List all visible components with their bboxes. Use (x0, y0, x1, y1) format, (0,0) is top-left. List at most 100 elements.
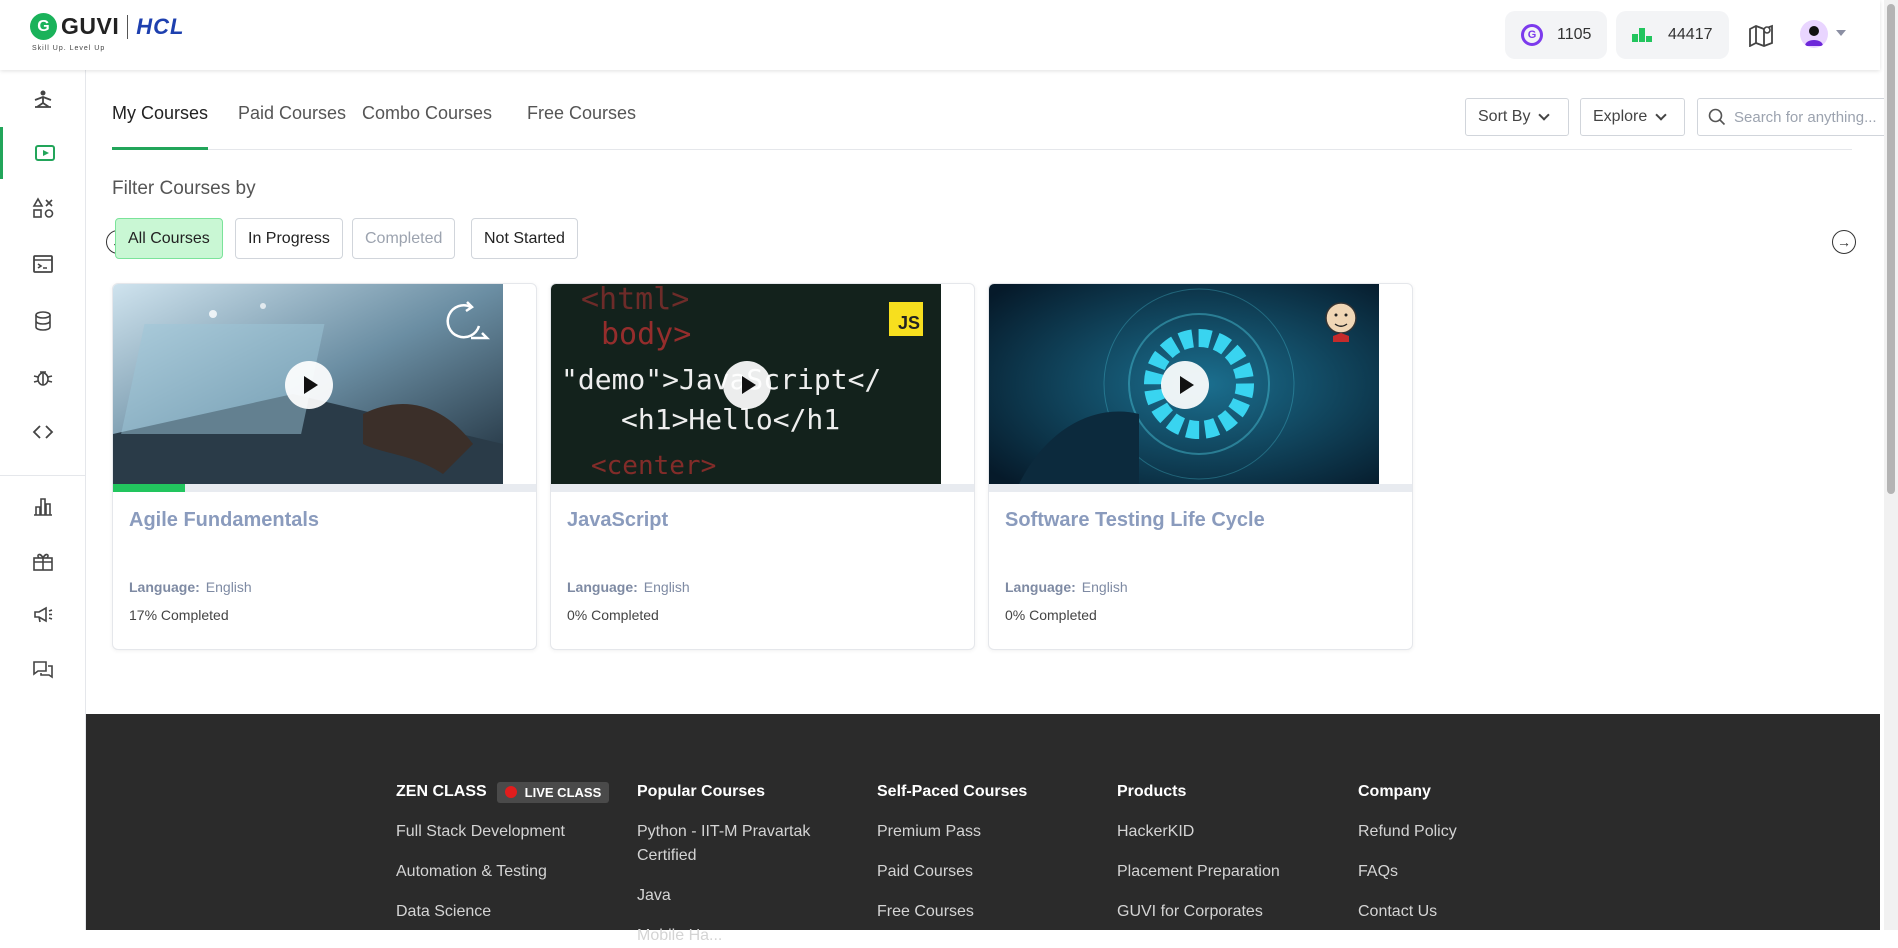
footer-link[interactable]: Contact Us (1358, 900, 1457, 924)
live-class-badge[interactable]: LIVE CLASS (496, 781, 610, 803)
main-content: My Courses Paid Courses Combo Courses Fr… (86, 70, 1898, 714)
footer-link[interactable]: HackerKID (1117, 820, 1280, 844)
course-language: Language: English (1005, 579, 1128, 595)
course-title[interactable]: Agile Fundamentals (129, 509, 319, 532)
sort-by-dropdown[interactable]: Sort By (1465, 98, 1569, 136)
bug-icon[interactable] (0, 352, 86, 404)
refresh-cycle-icon (446, 301, 491, 340)
footer-link[interactable]: Premium Pass (877, 820, 1027, 844)
course-thumbnail (113, 284, 503, 484)
footer-link[interactable]: Data Science (396, 900, 609, 924)
brand-name: GUVI (61, 13, 120, 39)
scroll-right-arrow-icon[interactable]: → (1832, 230, 1856, 254)
leaderboard-rank[interactable]: 44417 (1616, 11, 1729, 59)
footer-column-company: Company Refund Policy FAQs Contact Us (1358, 780, 1457, 924)
megaphone-icon[interactable] (0, 588, 86, 640)
footer-column-self-paced: Self-Paced Courses Premium Pass Paid Cou… (877, 780, 1027, 924)
explore-label: Explore (1593, 108, 1648, 125)
tab-free-courses[interactable]: Free Courses (527, 103, 636, 150)
guvi-hcl-logo[interactable]: G GUVI HCL (30, 13, 184, 40)
user-avatar-icon[interactable] (1800, 20, 1828, 48)
shapes-icon[interactable] (0, 182, 86, 234)
live-dot-icon (504, 786, 517, 798)
chevron-down-icon (1655, 108, 1667, 121)
svg-text:<html>: <html> (581, 284, 689, 317)
gift-icon[interactable] (0, 535, 86, 587)
footer-link[interactable]: Mobile Ha... (637, 924, 827, 948)
chevron-down-icon[interactable] (1836, 30, 1846, 36)
chip-completed[interactable]: Completed (352, 218, 456, 259)
course-title[interactable]: JavaScript (567, 509, 668, 532)
tab-combo-courses[interactable]: Combo Courses (362, 103, 492, 150)
gems-count: 1105 (1557, 26, 1592, 43)
svg-text:body>: body> (601, 317, 691, 352)
filter-title: Filter Courses by (112, 178, 256, 199)
footer-column-products: Products HackerKID Placement Preparation… (1117, 780, 1280, 924)
database-icon[interactable] (0, 295, 86, 347)
progress-bar (551, 484, 974, 492)
svg-text:<h1>Hello</h1: <h1>Hello</h1 (621, 403, 840, 436)
course-progress-text: 0% Completed (1005, 607, 1097, 623)
footer-link[interactable]: Python - IIT-M Pravartak Certified (637, 820, 827, 868)
code-icon[interactable] (0, 406, 86, 458)
search-box[interactable] (1697, 98, 1898, 136)
svg-text:"demo">JavaScript</: "demo">JavaScript</ (561, 363, 881, 396)
page-scrollbar[interactable] (1884, 0, 1898, 930)
jenkins-butler-icon (1325, 302, 1357, 342)
chip-not-started[interactable]: Not Started (471, 218, 578, 259)
tab-my-courses[interactable]: My Courses (112, 103, 209, 150)
gems-balance[interactable]: G 1105 (1505, 11, 1608, 59)
svg-text:<center>: <center> (591, 451, 716, 481)
brand-tagline: Skill Up. Level Up (32, 45, 106, 52)
top-header: G GUVI HCL Skill Up. Level Up G 1105 444… (0, 0, 1880, 70)
course-card[interactable]: Software Testing Life Cycle Language: Eng… (988, 283, 1413, 650)
sidebar-divider (0, 475, 86, 476)
logo-divider (127, 14, 129, 39)
sort-by-label: Sort By (1478, 108, 1531, 125)
play-icon[interactable] (723, 361, 771, 409)
course-tabs: My Courses Paid Courses Combo Courses Fr… (112, 70, 1898, 150)
footer-link[interactable]: Full Stack Development (396, 820, 609, 844)
yoga-icon[interactable] (0, 74, 86, 126)
chat-icon[interactable] (0, 644, 86, 696)
site-footer: ZEN CLASS LIVE CLASS Full Stack Developm… (86, 714, 1880, 944)
footer-link[interactable]: Refund Policy (1358, 820, 1457, 844)
footer-link[interactable]: Placement Preparation (1117, 860, 1280, 884)
footer-heading: Self-Paced Courses (877, 783, 1028, 800)
course-card[interactable]: <html> body> "demo">JavaScript</ <h1>Hel… (550, 283, 975, 650)
play-icon[interactable] (285, 361, 333, 409)
course-thumbnail: <html> body> "demo">JavaScript</ <h1>Hel… (551, 284, 941, 484)
courses-play-icon[interactable] (0, 127, 86, 179)
footer-column-popular-courses: Popular Courses Python - IIT-M Pravartak… (637, 780, 827, 948)
chip-in-progress[interactable]: In Progress (235, 218, 343, 259)
search-icon (1708, 108, 1726, 126)
gem-coin-icon: G (1521, 24, 1543, 46)
terminal-icon[interactable] (0, 238, 86, 290)
progress-bar (113, 484, 536, 492)
course-language: Language: English (567, 579, 690, 595)
footer-heading: Company (1358, 783, 1431, 800)
footer-link[interactable]: Paid Courses (877, 860, 1027, 884)
chart-icon[interactable] (0, 480, 86, 532)
chip-all-courses[interactable]: All Courses (115, 218, 223, 259)
footer-link[interactable]: Automation & Testing (396, 860, 609, 884)
course-language: Language: English (129, 579, 252, 595)
course-title[interactable]: Software Testing Life Cycle (1005, 509, 1265, 532)
play-icon[interactable] (1161, 361, 1209, 409)
footer-column-zen-class: ZEN CLASS LIVE CLASS Full Stack Developm… (396, 780, 610, 924)
footer-link[interactable]: FAQs (1358, 860, 1457, 884)
scrollbar-thumb[interactable] (1887, 4, 1895, 494)
footer-link[interactable]: GUVI for Corporates (1117, 900, 1280, 924)
course-progress-text: 0% Completed (567, 607, 659, 623)
leaderboard-icon (1632, 28, 1652, 42)
progress-fill (113, 484, 186, 492)
search-input[interactable] (1734, 108, 1898, 126)
course-card[interactable]: Agile Fundamentals Language: English 17% … (112, 283, 537, 650)
roadmap-icon[interactable] (1748, 23, 1774, 47)
tab-paid-courses[interactable]: Paid Courses (238, 103, 346, 150)
course-progress-text: 17% Completed (129, 607, 229, 623)
footer-link[interactable]: Java (637, 884, 827, 908)
explore-dropdown[interactable]: Explore (1580, 98, 1685, 136)
footer-heading: Products (1117, 783, 1187, 800)
footer-link[interactable]: Free Courses (877, 900, 1027, 924)
